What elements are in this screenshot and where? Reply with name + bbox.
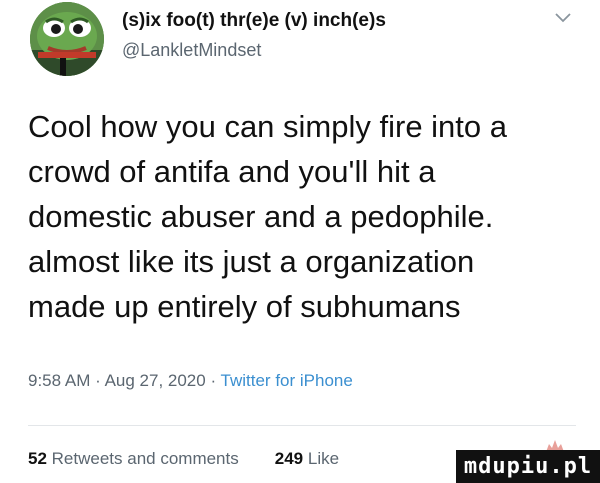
user-handle[interactable]: @LankletMindset <box>122 40 261 61</box>
likes-stat[interactable]: 249 Like <box>275 449 339 468</box>
watermark: mdupiu.pl <box>456 450 600 483</box>
tweet-date[interactable]: Aug 27, 2020 <box>105 371 206 390</box>
frog-avatar-icon <box>30 2 104 76</box>
tweet-text-line: crowd of antifa and you'll hit a <box>28 154 436 189</box>
tweet-text-line: made up entirely of subhumans <box>28 289 461 324</box>
avatar[interactable] <box>30 2 104 76</box>
tweet-source-link[interactable]: Twitter for iPhone <box>221 371 353 390</box>
divider <box>28 425 576 426</box>
separator-dot: · <box>210 371 221 390</box>
retweets-count: 52 <box>28 449 47 468</box>
tweet-time[interactable]: 9:58 AM <box>28 371 90 390</box>
tweet-text-line: almost like its just a organization <box>28 244 475 279</box>
tweet-card: (s)ix foo(t) thr(e)e (v) inch(e)s @Lankl… <box>0 0 600 483</box>
tweet-text-line: Cool how you can simply fire into a <box>28 109 508 144</box>
chevron-down-icon[interactable] <box>554 12 572 24</box>
tweet-text: Cool how you can simply fire into a crow… <box>28 104 588 329</box>
likes-label: Like <box>307 449 340 468</box>
retweets-stat[interactable]: 52 Retweets and comments <box>28 449 239 468</box>
separator-dot: · <box>95 371 105 390</box>
tweet-metadata: 9:58 AM · Aug 27, 2020 · Twitter for iPh… <box>28 371 353 391</box>
tweet-text-line: domestic abuser and a pedophile. <box>28 199 494 234</box>
display-name[interactable]: (s)ix foo(t) thr(e)e (v) inch(e)s <box>122 10 386 32</box>
retweets-label: Retweets and comments <box>51 449 239 468</box>
engagement-stats: 52 Retweets and comments 249 Like <box>28 449 339 469</box>
likes-count: 249 <box>274 449 304 468</box>
